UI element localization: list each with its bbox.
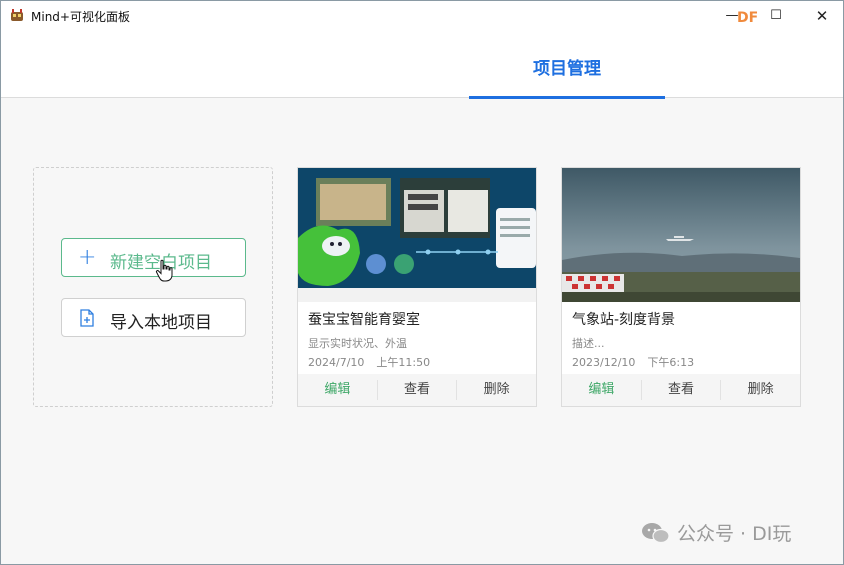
close-button[interactable]: ✕ xyxy=(807,5,837,27)
project-title: 气象站-刻度背景 xyxy=(572,312,676,328)
window-title: Mind+可视化面板 xyxy=(31,10,130,24)
project-card[interactable]: 气象站-刻度背景 描述... 2023/12/10 下午6:13 编辑 查看 删除 xyxy=(561,167,801,407)
project-actions: 编辑 查看 删除 xyxy=(562,374,800,406)
header: 项目管理 xyxy=(1,31,843,99)
title-bar: Mind+可视化面板 — DF ☐ ✕ xyxy=(1,1,843,31)
project-description: 描述... xyxy=(572,337,605,350)
project-time: 上午11:50 xyxy=(376,356,431,369)
delete-button[interactable]: 删除 xyxy=(721,380,800,400)
delete-button[interactable]: 删除 xyxy=(457,380,536,400)
project-date: 2024/7/10 xyxy=(308,356,365,369)
project-actions: 编辑 查看 删除 xyxy=(298,374,536,406)
project-description: 显示实时状况、外温 xyxy=(308,337,407,350)
new-blank-project-button[interactable]: + 新建空白项目 xyxy=(61,238,246,277)
project-timestamp: 2023/12/10 下午6:13 xyxy=(572,354,694,370)
project-title: 蚕宝宝智能育婴室 xyxy=(308,312,420,328)
plus-icon: + xyxy=(78,245,97,270)
hand-cursor-icon xyxy=(155,259,173,282)
project-time: 下午6:13 xyxy=(647,356,695,369)
app-window: Mind+可视化面板 — DF ☐ ✕ 项目管理 + 新建空白项目 导入本地项目 xyxy=(0,0,844,565)
tab-active-indicator xyxy=(469,96,665,99)
project-thumbnail xyxy=(562,168,800,302)
project-date: 2023/12/10 xyxy=(572,356,636,369)
view-button[interactable]: 查看 xyxy=(378,380,458,400)
tab-project-management[interactable]: 项目管理 xyxy=(469,31,665,99)
watermark-text: 公众号 · DI玩 xyxy=(677,523,792,545)
maximize-button[interactable]: ☐ xyxy=(761,5,791,27)
project-timestamp: 2024/7/10 上午11:50 xyxy=(308,354,430,370)
df-badge: DF xyxy=(737,10,759,26)
wechat-icon xyxy=(642,523,670,544)
import-project-label: 导入本地项目 xyxy=(110,313,212,333)
edit-button[interactable]: 编辑 xyxy=(562,380,642,400)
app-logo-icon xyxy=(11,9,23,21)
view-button[interactable]: 查看 xyxy=(642,380,722,400)
project-card[interactable]: 蚕宝宝智能育婴室 显示实时状况、外温 2024/7/10 上午11:50 编辑 查… xyxy=(297,167,537,407)
edit-button[interactable]: 编辑 xyxy=(298,380,378,400)
file-plus-icon xyxy=(80,309,94,327)
import-local-project-button[interactable]: 导入本地项目 xyxy=(61,298,246,337)
create-project-panel: + 新建空白项目 导入本地项目 xyxy=(33,167,273,407)
project-thumbnail xyxy=(298,168,536,302)
tab-label: 项目管理 xyxy=(533,59,601,79)
